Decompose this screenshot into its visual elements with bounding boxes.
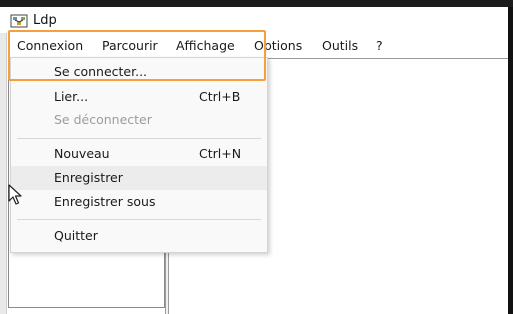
menu-item-lier[interactable]: Lier... Ctrl+B [11,85,267,109]
menu-options[interactable]: Options [254,38,302,53]
ldp-app-icon [10,13,28,29]
menu-parcourir[interactable]: Parcourir [102,38,158,53]
menu-item-label: Enregistrer sous [54,194,156,209]
menu-affichage[interactable]: Affichage [176,38,235,53]
window-left-frame [0,33,7,314]
menu-outils[interactable]: Outils [322,38,358,53]
window-right-edge [508,7,513,314]
menu-item-se-deconnecter: Se déconnecter [11,108,267,132]
menu-item-enregistrer-sous[interactable]: Enregistrer sous [11,190,267,214]
menu-item-label: Quitter [54,228,98,243]
menu-item-label: Nouveau [54,146,110,161]
menu-item-label: Enregistrer [54,170,123,185]
top-border [0,0,513,7]
window-title: Ldp [33,13,57,28]
menu-bar: Connexion Parcourir Affichage Options Ou… [7,34,508,58]
menu-item-nouveau[interactable]: Nouveau Ctrl+N [11,142,267,166]
connexion-dropdown-menu: Se connecter... Lier... Ctrl+B Se déconn… [10,57,268,253]
menu-separator [17,138,261,139]
menu-item-label: Se déconnecter [54,112,152,127]
menu-item-label: Se connecter... [54,64,148,79]
menu-item-quitter[interactable]: Quitter [11,224,267,248]
menu-item-shortcut: Ctrl+N [199,146,242,161]
menu-connexion[interactable]: Connexion [17,38,83,53]
menu-item-enregistrer[interactable]: Enregistrer [11,166,267,190]
menu-item-label: Lier... [54,89,89,104]
menu-item-se-connecter[interactable]: Se connecter... [11,60,267,84]
mouse-pointer-icon [8,184,24,206]
title-bar: Ldp [0,7,513,33]
menu-separator [17,219,261,220]
menu-help[interactable]: ? [376,38,383,53]
menu-item-shortcut: Ctrl+B [199,89,241,104]
